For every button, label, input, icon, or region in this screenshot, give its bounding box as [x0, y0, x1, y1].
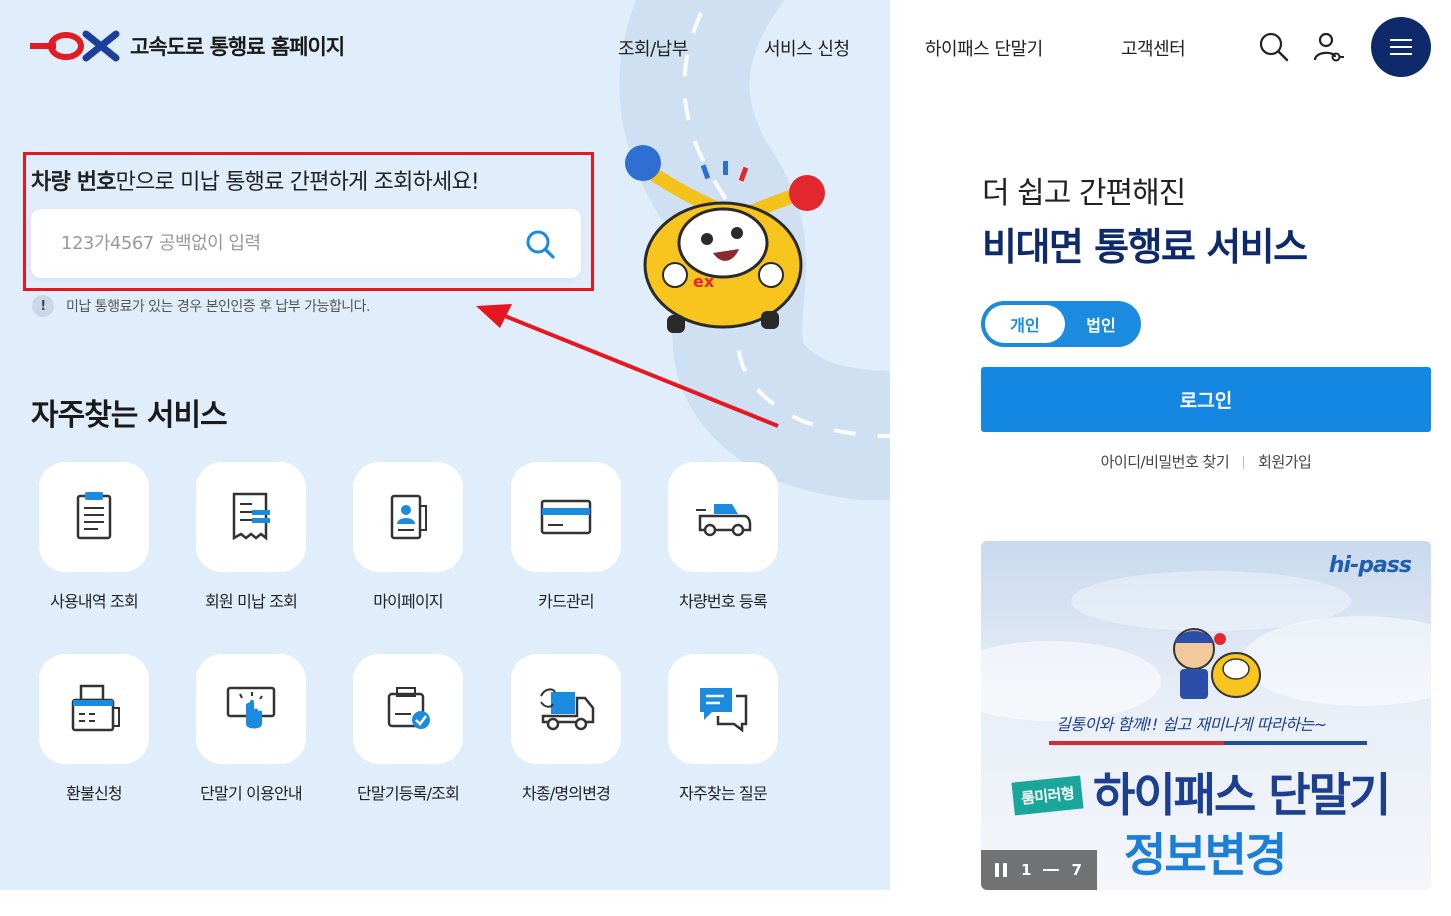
nav-hipass-device[interactable]: 하이패스 단말기: [925, 35, 1043, 61]
service-tile: [511, 462, 621, 572]
service-vehicle-number-register[interactable]: 차량번호 등록: [658, 462, 788, 612]
banner-divider: [1049, 741, 1367, 745]
service-tile: [668, 462, 778, 572]
service-label: 자주찾는 질문: [679, 784, 768, 803]
frequent-services-title: 자주찾는 서비스: [31, 398, 228, 433]
vehicle-search-box: [31, 209, 581, 278]
service-label: 회원 미납 조회: [204, 592, 298, 611]
search-headline-rest: 만으로 미납 통행료 간편하게 조회하세요!: [115, 170, 480, 195]
service-label: 카드관리: [538, 592, 594, 611]
service-tile: [668, 654, 778, 764]
nav-inquiry-payment[interactable]: 조회/납부: [618, 35, 688, 61]
service-tile: [353, 462, 463, 572]
hipass-logo: hi-pass: [1328, 553, 1412, 578]
service-tile: [511, 654, 621, 764]
pause-icon[interactable]: [995, 863, 1007, 877]
car-icon: [696, 504, 752, 537]
nav-customer-center[interactable]: 고객센터: [1121, 35, 1186, 61]
service-tile: [196, 462, 306, 572]
service-label: 단말기등록/조회: [356, 784, 460, 803]
page: 고속도로 통행료 홈페이지 조회/납부 서비스 신청 하이패스 단말기 고객센터…: [0, 0, 1451, 916]
search-icon[interactable]: [1257, 30, 1291, 64]
service-tile: [39, 654, 149, 764]
banner-subheadline: 정보변경: [1124, 828, 1287, 882]
service-label: 마이페이지: [373, 592, 443, 611]
promo-banner[interactable]: hi-pass 길통이와 함께!! 쉽고 재미나게 따라하는~ 룸미러형 하이패…: [981, 541, 1431, 890]
banner-controls: 1 7: [981, 850, 1097, 890]
profile-book-icon: [390, 494, 427, 540]
touch-screen-icon: [226, 686, 276, 729]
panel-subtitle: 더 쉽고 간편해진: [982, 176, 1186, 211]
search-headline-bold: 차량 번호: [31, 170, 116, 195]
truck-change-icon: [540, 688, 595, 731]
link-divider: [1243, 456, 1245, 469]
fax-icon: [71, 684, 120, 732]
banner-current-index: 1: [1021, 861, 1032, 879]
service-member-unpaid[interactable]: 회원 미납 조회: [186, 462, 316, 612]
toggle-corporate[interactable]: 법인: [1065, 305, 1137, 343]
service-refund-request[interactable]: 환불신청: [29, 654, 159, 804]
ex-logo-icon: [30, 30, 120, 62]
mascot-illustration: ex: [625, 145, 825, 333]
service-tile: [39, 462, 149, 572]
mascot-ex-mark: ex: [693, 272, 715, 291]
member-type-toggle: 개인 법인: [981, 301, 1141, 347]
service-card-management[interactable]: 카드관리: [501, 462, 631, 612]
card-icon: [540, 499, 592, 535]
unpaid-notice-text: 미납 통행료가 있는 경우 본인인증 후 납부 가능합니다.: [66, 299, 370, 315]
service-device-guide[interactable]: 단말기 이용안내: [186, 654, 316, 804]
service-faq[interactable]: 자주찾는 질문: [658, 654, 788, 804]
menu-icon: [1390, 34, 1412, 60]
service-label: 차량번호 등록: [679, 592, 768, 611]
service-mypage[interactable]: 마이페이지: [343, 462, 473, 612]
account-links: 아이디/비밀번호 찾기 회원가입: [981, 451, 1431, 472]
service-usage-history[interactable]: 사용내역 조회: [29, 462, 159, 612]
service-label: 단말기 이용안내: [200, 784, 303, 803]
service-label: 차종/명의변경: [521, 784, 611, 803]
toggle-personal[interactable]: 개인: [985, 305, 1065, 343]
banner-mascot-illustration: [1173, 628, 1261, 699]
service-label: 사용내역 조회: [50, 592, 139, 611]
panel-title: 비대면 통행료 서비스: [982, 225, 1308, 269]
user-key-icon[interactable]: [1311, 30, 1345, 64]
login-button[interactable]: 로그인: [981, 367, 1431, 432]
service-vehicle-owner-change[interactable]: 차종/명의변경: [501, 654, 631, 804]
device-check-icon: [387, 687, 430, 729]
menu-button[interactable]: [1371, 17, 1431, 77]
chat-icon: [700, 688, 748, 733]
nav-service-application[interactable]: 서비스 신청: [764, 35, 850, 61]
banner-total-count: 7: [1071, 861, 1082, 879]
banner-headline: 하이패스 단말기: [1093, 768, 1391, 822]
banner-progress-dash: [1043, 869, 1060, 871]
unpaid-notice: ! 미납 통행료가 있는 경우 본인인증 후 납부 가능합니다.: [32, 295, 370, 317]
banner-tagline: 길통이와 함께!! 쉽고 재미나게 따라하는~: [1056, 715, 1327, 734]
site-logo[interactable]: 고속도로 통행료 홈페이지: [30, 28, 345, 64]
document-list-icon: [76, 492, 112, 540]
receipt-icon: [232, 492, 270, 541]
signup-link[interactable]: 회원가입: [1258, 453, 1312, 471]
service-device-register-inquiry[interactable]: 단말기등록/조회: [343, 654, 473, 804]
vehicle-number-input[interactable]: [61, 225, 501, 261]
vehicle-search-button[interactable]: [523, 227, 557, 261]
service-tile: [353, 654, 463, 764]
logo-text: 고속도로 통행료 홈페이지: [130, 35, 345, 59]
exclamation-icon: !: [32, 295, 54, 317]
search-headline: 차량 번호만으로 미납 통행료 간편하게 조회하세요!: [31, 164, 480, 196]
service-label: 환불신청: [66, 784, 122, 803]
service-tile: [196, 654, 306, 764]
find-id-password-link[interactable]: 아이디/비밀번호 찾기: [1101, 453, 1230, 471]
